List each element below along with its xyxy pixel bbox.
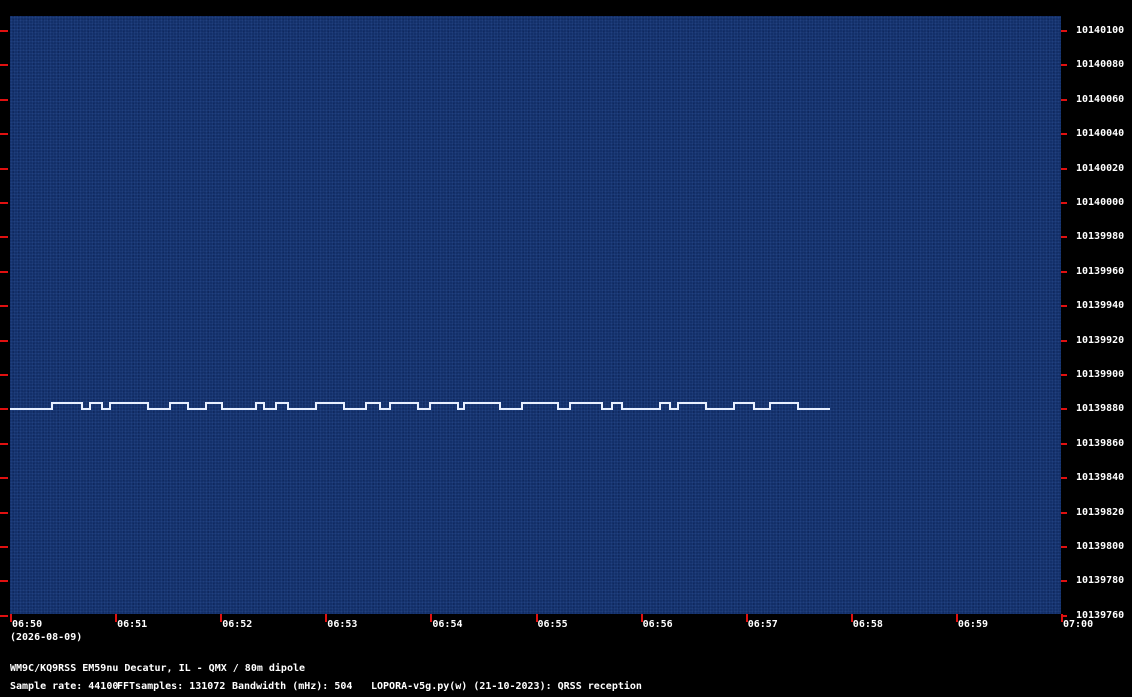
time-label: 06:59 — [957, 619, 988, 630]
left-tick — [0, 442, 8, 445]
time-label: 06:58 — [852, 619, 883, 630]
freq-label: 10139820 — [1076, 506, 1125, 518]
time-label: 06:54 — [432, 619, 463, 630]
freq-tick — [1061, 408, 1067, 411]
freq-label: 10140060 — [1076, 93, 1125, 105]
freq-label: 10139880 — [1076, 403, 1125, 415]
left-tick — [0, 408, 8, 411]
left-tick — [0, 614, 8, 617]
left-tick — [0, 580, 8, 583]
time-label: 06:57 — [747, 619, 778, 630]
freq-label: 10139840 — [1076, 472, 1125, 484]
left-tick — [0, 133, 8, 136]
time-label: 06:53 — [327, 619, 358, 630]
left-tick — [0, 511, 8, 514]
fft-samples: FFTsamples: 131072 — [117, 681, 226, 692]
freq-tick — [1061, 580, 1067, 583]
freq-label: 10140040 — [1076, 128, 1125, 140]
freq-label: 10139900 — [1076, 369, 1125, 380]
freq-label: 10139780 — [1076, 575, 1125, 587]
freq-label: 10139800 — [1076, 541, 1125, 552]
freq-tick — [1061, 133, 1067, 136]
signal-trace — [10, 402, 830, 410]
time-label: 06:51 — [117, 619, 148, 630]
freq-label: 10140000 — [1076, 197, 1125, 208]
freq-tick — [1061, 546, 1067, 548]
freq-tick — [1061, 167, 1067, 170]
sample-rate: Sample rate: 44100 — [10, 681, 119, 692]
freq-label: 10139960 — [1076, 265, 1125, 277]
left-tick — [0, 30, 8, 32]
freq-tick — [1061, 374, 1067, 376]
freq-tick — [1061, 236, 1067, 239]
time-label: 06:52 — [222, 619, 253, 630]
left-tick — [0, 167, 8, 170]
left-tick — [0, 98, 8, 101]
freq-tick — [1061, 202, 1067, 204]
freq-tick — [1061, 30, 1067, 32]
freq-label: 10139980 — [1076, 231, 1125, 243]
date-label: (2026-08-09) — [10, 632, 83, 643]
freq-label: 10140020 — [1076, 162, 1125, 174]
freq-label: 10140100 — [1076, 25, 1125, 36]
left-tick — [0, 477, 8, 480]
waterfall-display — [10, 16, 1061, 614]
time-label: 06:56 — [642, 619, 673, 630]
freq-label: 10140080 — [1076, 59, 1125, 71]
freq-tick — [1061, 64, 1067, 67]
left-tick — [0, 305, 8, 308]
freq-tick — [1061, 477, 1067, 480]
left-tick — [0, 202, 8, 204]
freq-tick — [1061, 98, 1067, 101]
freq-label: 10139860 — [1076, 437, 1125, 449]
left-tick — [0, 339, 8, 342]
freq-tick — [1061, 270, 1067, 273]
time-label: 06:50 — [12, 619, 43, 630]
time-label: 07:00 — [1063, 619, 1094, 630]
left-tick — [0, 64, 8, 67]
freq-tick — [1061, 442, 1067, 445]
bandwidth: Bandwidth (mHz): 504 — [232, 681, 353, 692]
freq-tick — [1061, 511, 1067, 514]
freq-tick — [1061, 339, 1067, 342]
left-tick — [0, 236, 8, 239]
time-label: 06:55 — [537, 619, 568, 630]
freq-label: 10139920 — [1076, 334, 1125, 346]
left-tick — [0, 374, 8, 376]
qrss-trace-line — [10, 402, 830, 410]
left-tick — [0, 270, 8, 273]
program-info: LOPORA-v5g.py(w) (21-10-2023): QRSS rece… — [371, 681, 642, 692]
station-info: WM9C/KQ9RSS EM59nu Decatur, IL - QMX / 8… — [10, 663, 306, 674]
freq-label: 10139940 — [1076, 300, 1125, 312]
left-tick — [0, 546, 8, 548]
freq-tick — [1061, 305, 1067, 308]
